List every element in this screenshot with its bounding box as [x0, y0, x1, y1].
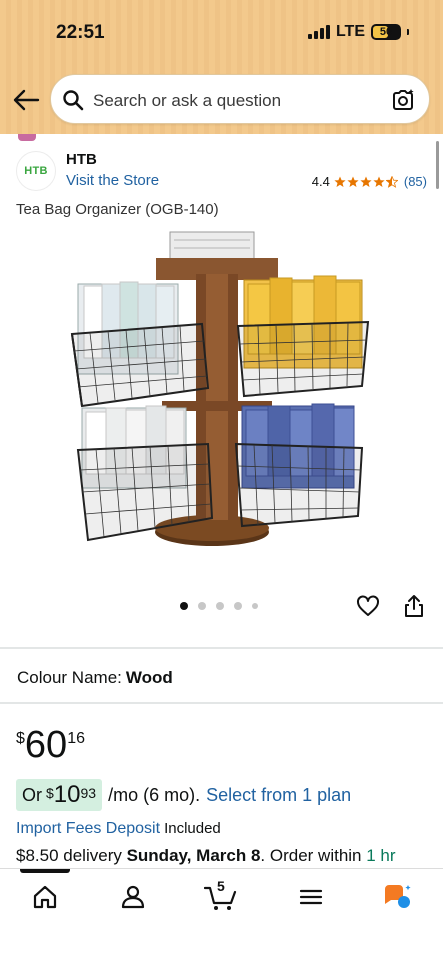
battery-level: 50	[379, 26, 393, 38]
delivery-price: $8.50	[16, 846, 59, 865]
carousel-dot[interactable]	[216, 602, 224, 610]
order-countdown: 1 hr	[366, 846, 396, 865]
back-arrow-icon[interactable]	[12, 88, 40, 112]
search-bar[interactable]: Search or ask a question	[50, 74, 430, 124]
colour-value: Wood	[125, 668, 173, 687]
signal-icon	[307, 25, 330, 39]
menu-icon[interactable]	[298, 883, 324, 911]
top-header: 22:51 LTE 50 Search or ask a question	[0, 0, 443, 134]
previous-item-edge	[18, 134, 36, 141]
heart-icon[interactable]	[356, 594, 380, 618]
import-fees-status: Included	[164, 820, 221, 837]
select-plan-link[interactable]: Select from 1 plan	[206, 785, 351, 806]
rating-score: 4.4	[311, 174, 330, 189]
delivery-info: $8.50 delivery Sunday, March 8. Order wi…	[16, 846, 396, 866]
import-fees-link[interactable]: Import Fees Deposit	[16, 820, 160, 837]
network-type: LTE	[335, 23, 365, 40]
price-currency: $	[16, 730, 25, 747]
rufus-assistant-icon[interactable]	[383, 883, 413, 911]
search-placeholder[interactable]: Search or ask a question	[93, 91, 281, 111]
delivery-tail: . Order within	[260, 846, 367, 865]
status-time: 22:51	[56, 22, 105, 43]
carousel-dot[interactable]	[252, 603, 258, 609]
price-whole: 60	[24, 724, 68, 766]
active-tab-indicator	[20, 869, 70, 873]
review-count: (85)	[403, 174, 427, 189]
share-icon[interactable]	[403, 594, 425, 618]
import-fees: Import Fees Deposit Included	[16, 820, 221, 838]
home-icon[interactable]	[32, 883, 58, 911]
rating-summary[interactable]: 4.4 (85)	[312, 174, 427, 189]
installment-term: /mo (6 mo).	[108, 784, 201, 805]
delivery-label: delivery	[58, 846, 127, 865]
product-page: 22:51 LTE 50 Search or ask a question HT…	[0, 0, 443, 960]
installment-offer: Or $ 10 93 /mo (6 mo). Select from 1 pla…	[16, 779, 351, 811]
search-icon	[63, 90, 84, 111]
price: $ 60 16	[16, 726, 85, 764]
section-divider	[0, 647, 443, 649]
colour-label: Colour Name:	[17, 668, 122, 687]
image-carousel-dots[interactable]	[180, 602, 258, 610]
carousel-dot[interactable]	[180, 602, 188, 610]
product-title: Tea Bag Organizer (OGB-140)	[16, 201, 219, 218]
installment-fraction: 93	[80, 785, 97, 801]
brand-name: HTB	[66, 151, 97, 168]
status-indicators: LTE 50	[307, 23, 409, 41]
battery-icon: 50	[371, 24, 401, 40]
colour-selection[interactable]: Colour Name: Wood	[17, 668, 173, 688]
delivery-date: Sunday, March 8	[126, 846, 261, 865]
price-fraction: 16	[67, 730, 85, 747]
installment-badge: Or $ 10 93	[16, 779, 103, 811]
section-divider	[0, 702, 443, 704]
product-image[interactable]	[62, 226, 378, 556]
cart-count-badge: 5	[217, 878, 225, 894]
camera-search-icon[interactable]	[390, 87, 416, 113]
carousel-dot[interactable]	[234, 602, 242, 610]
visit-store-link[interactable]: Visit the Store	[66, 172, 159, 189]
account-icon[interactable]	[120, 883, 146, 911]
star-rating-icon	[334, 175, 398, 188]
installment-prefix: Or	[22, 784, 42, 805]
installment-whole: 10	[53, 781, 81, 808]
installment-currency: $	[46, 785, 54, 801]
brand-logo[interactable]: HTB	[16, 151, 56, 191]
scrollbar[interactable]	[436, 141, 439, 189]
carousel-dot[interactable]	[198, 602, 206, 610]
